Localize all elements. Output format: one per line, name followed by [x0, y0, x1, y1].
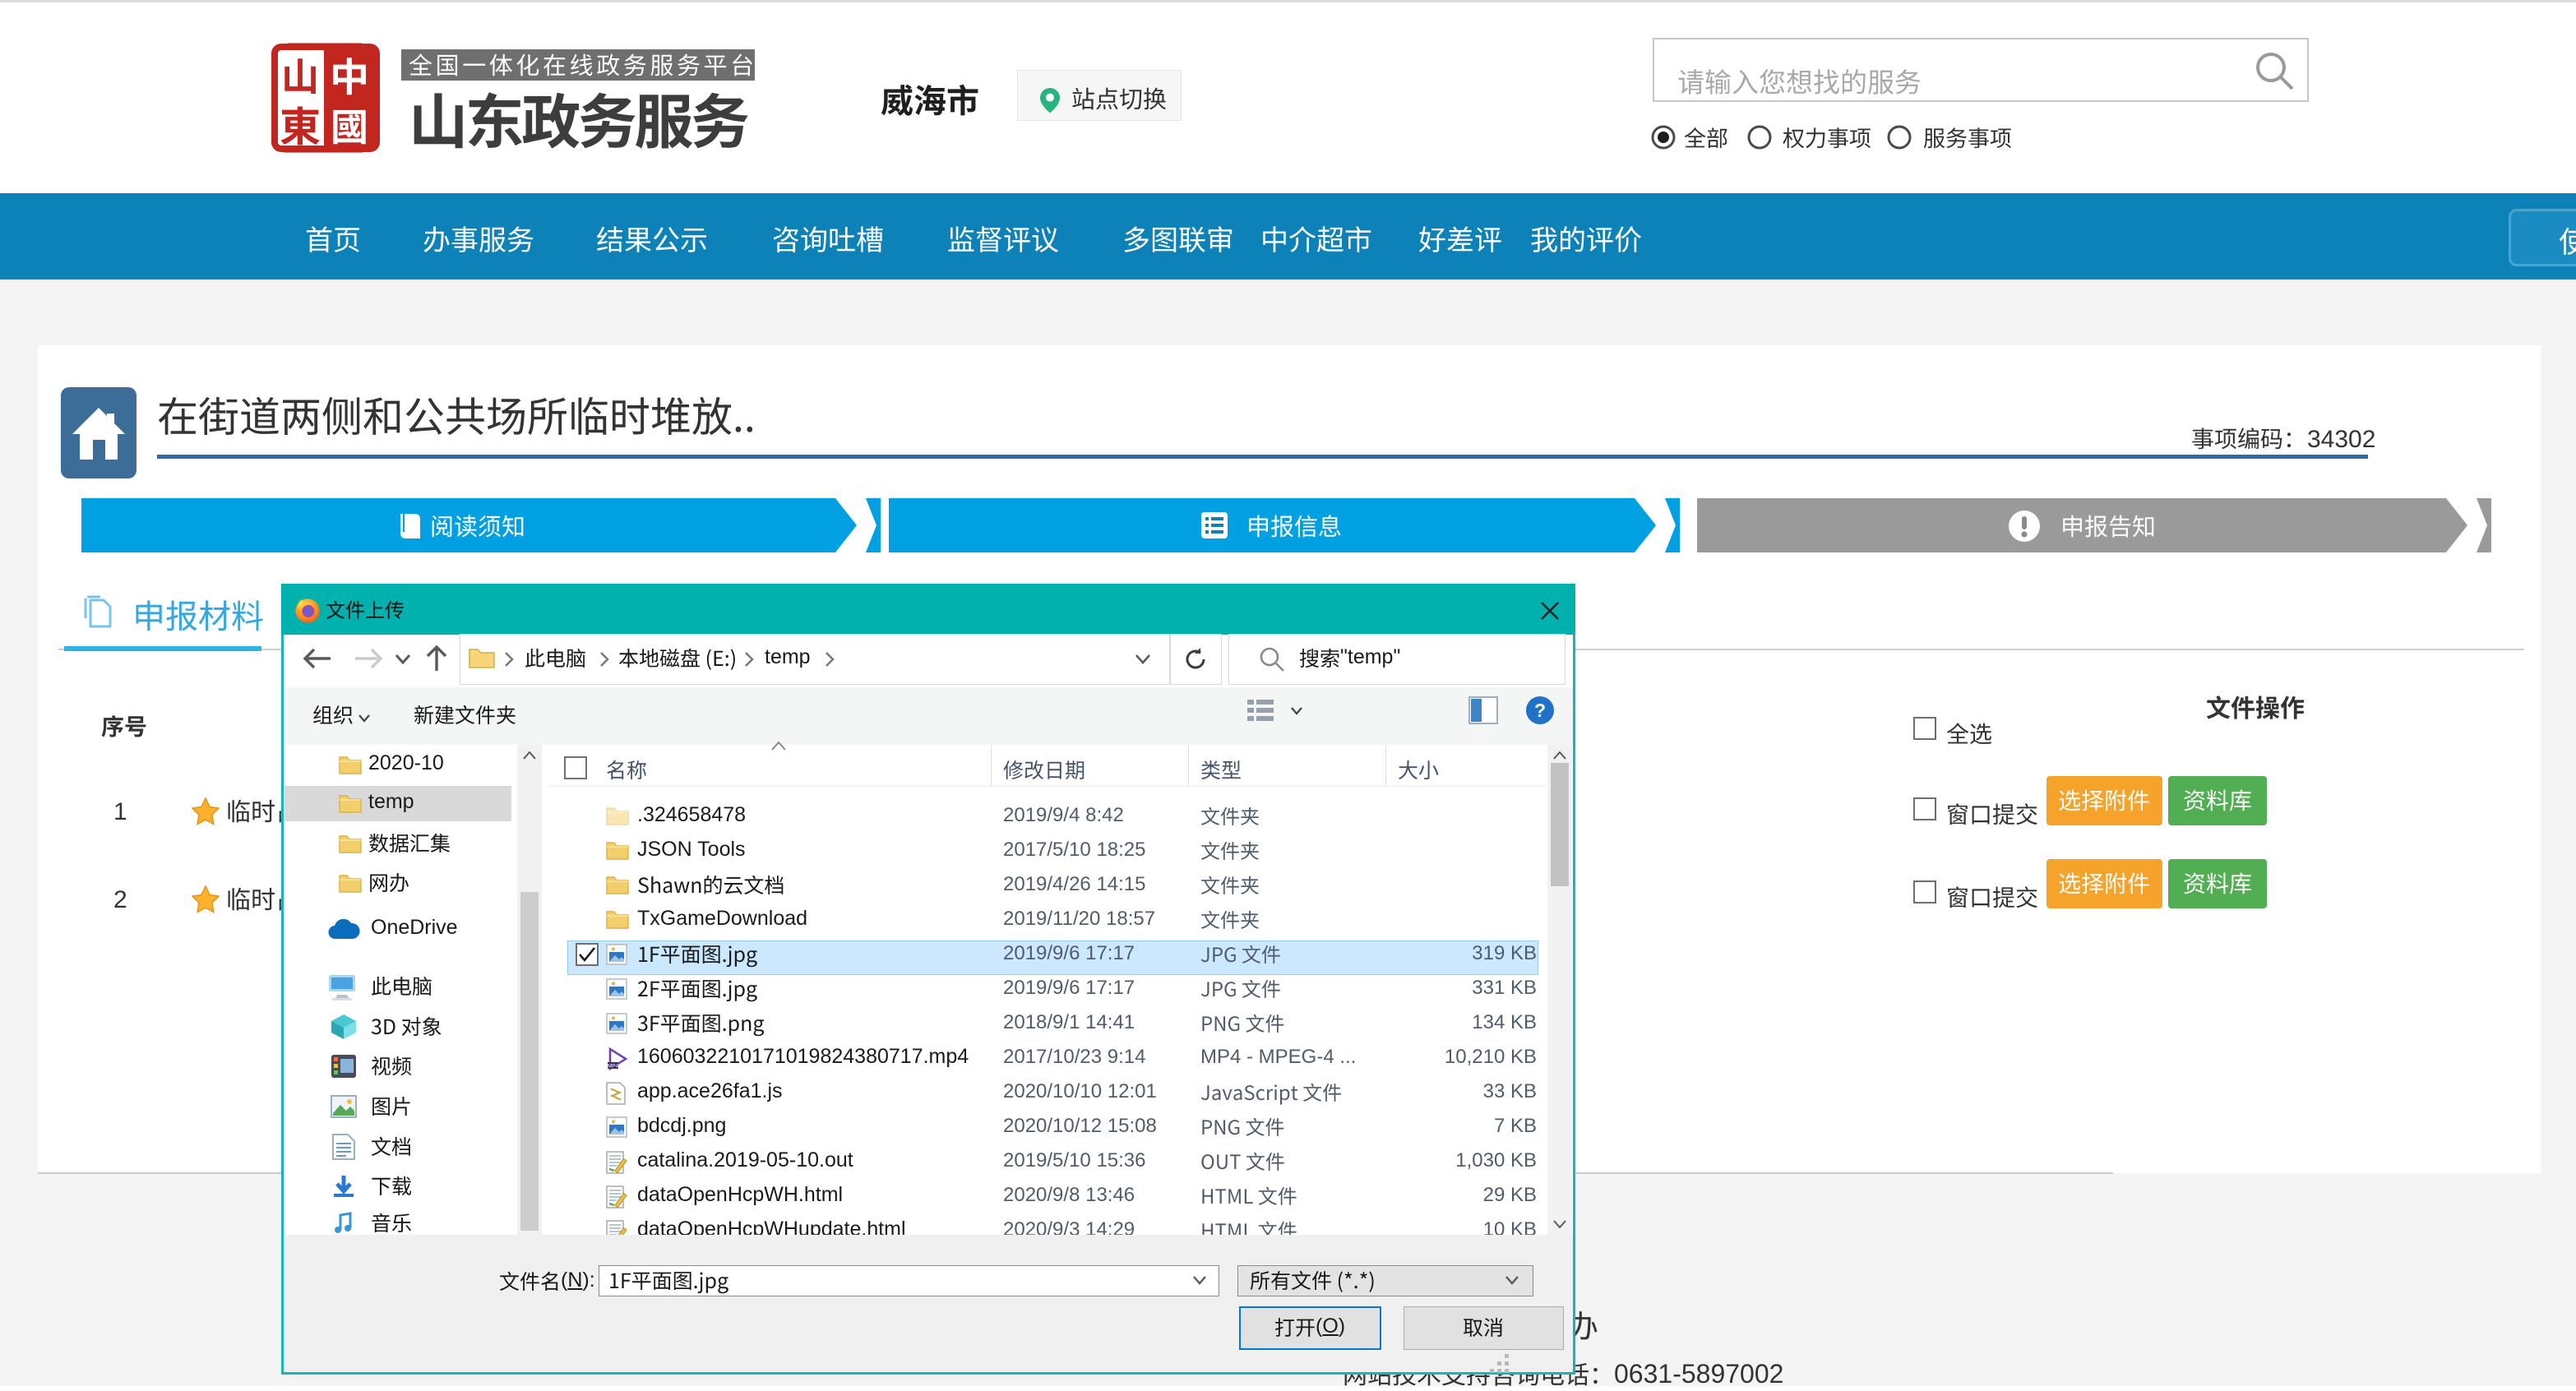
svg-text:?: ?	[1534, 700, 1546, 721]
svg-text:MP4: MP4	[608, 1064, 619, 1070]
